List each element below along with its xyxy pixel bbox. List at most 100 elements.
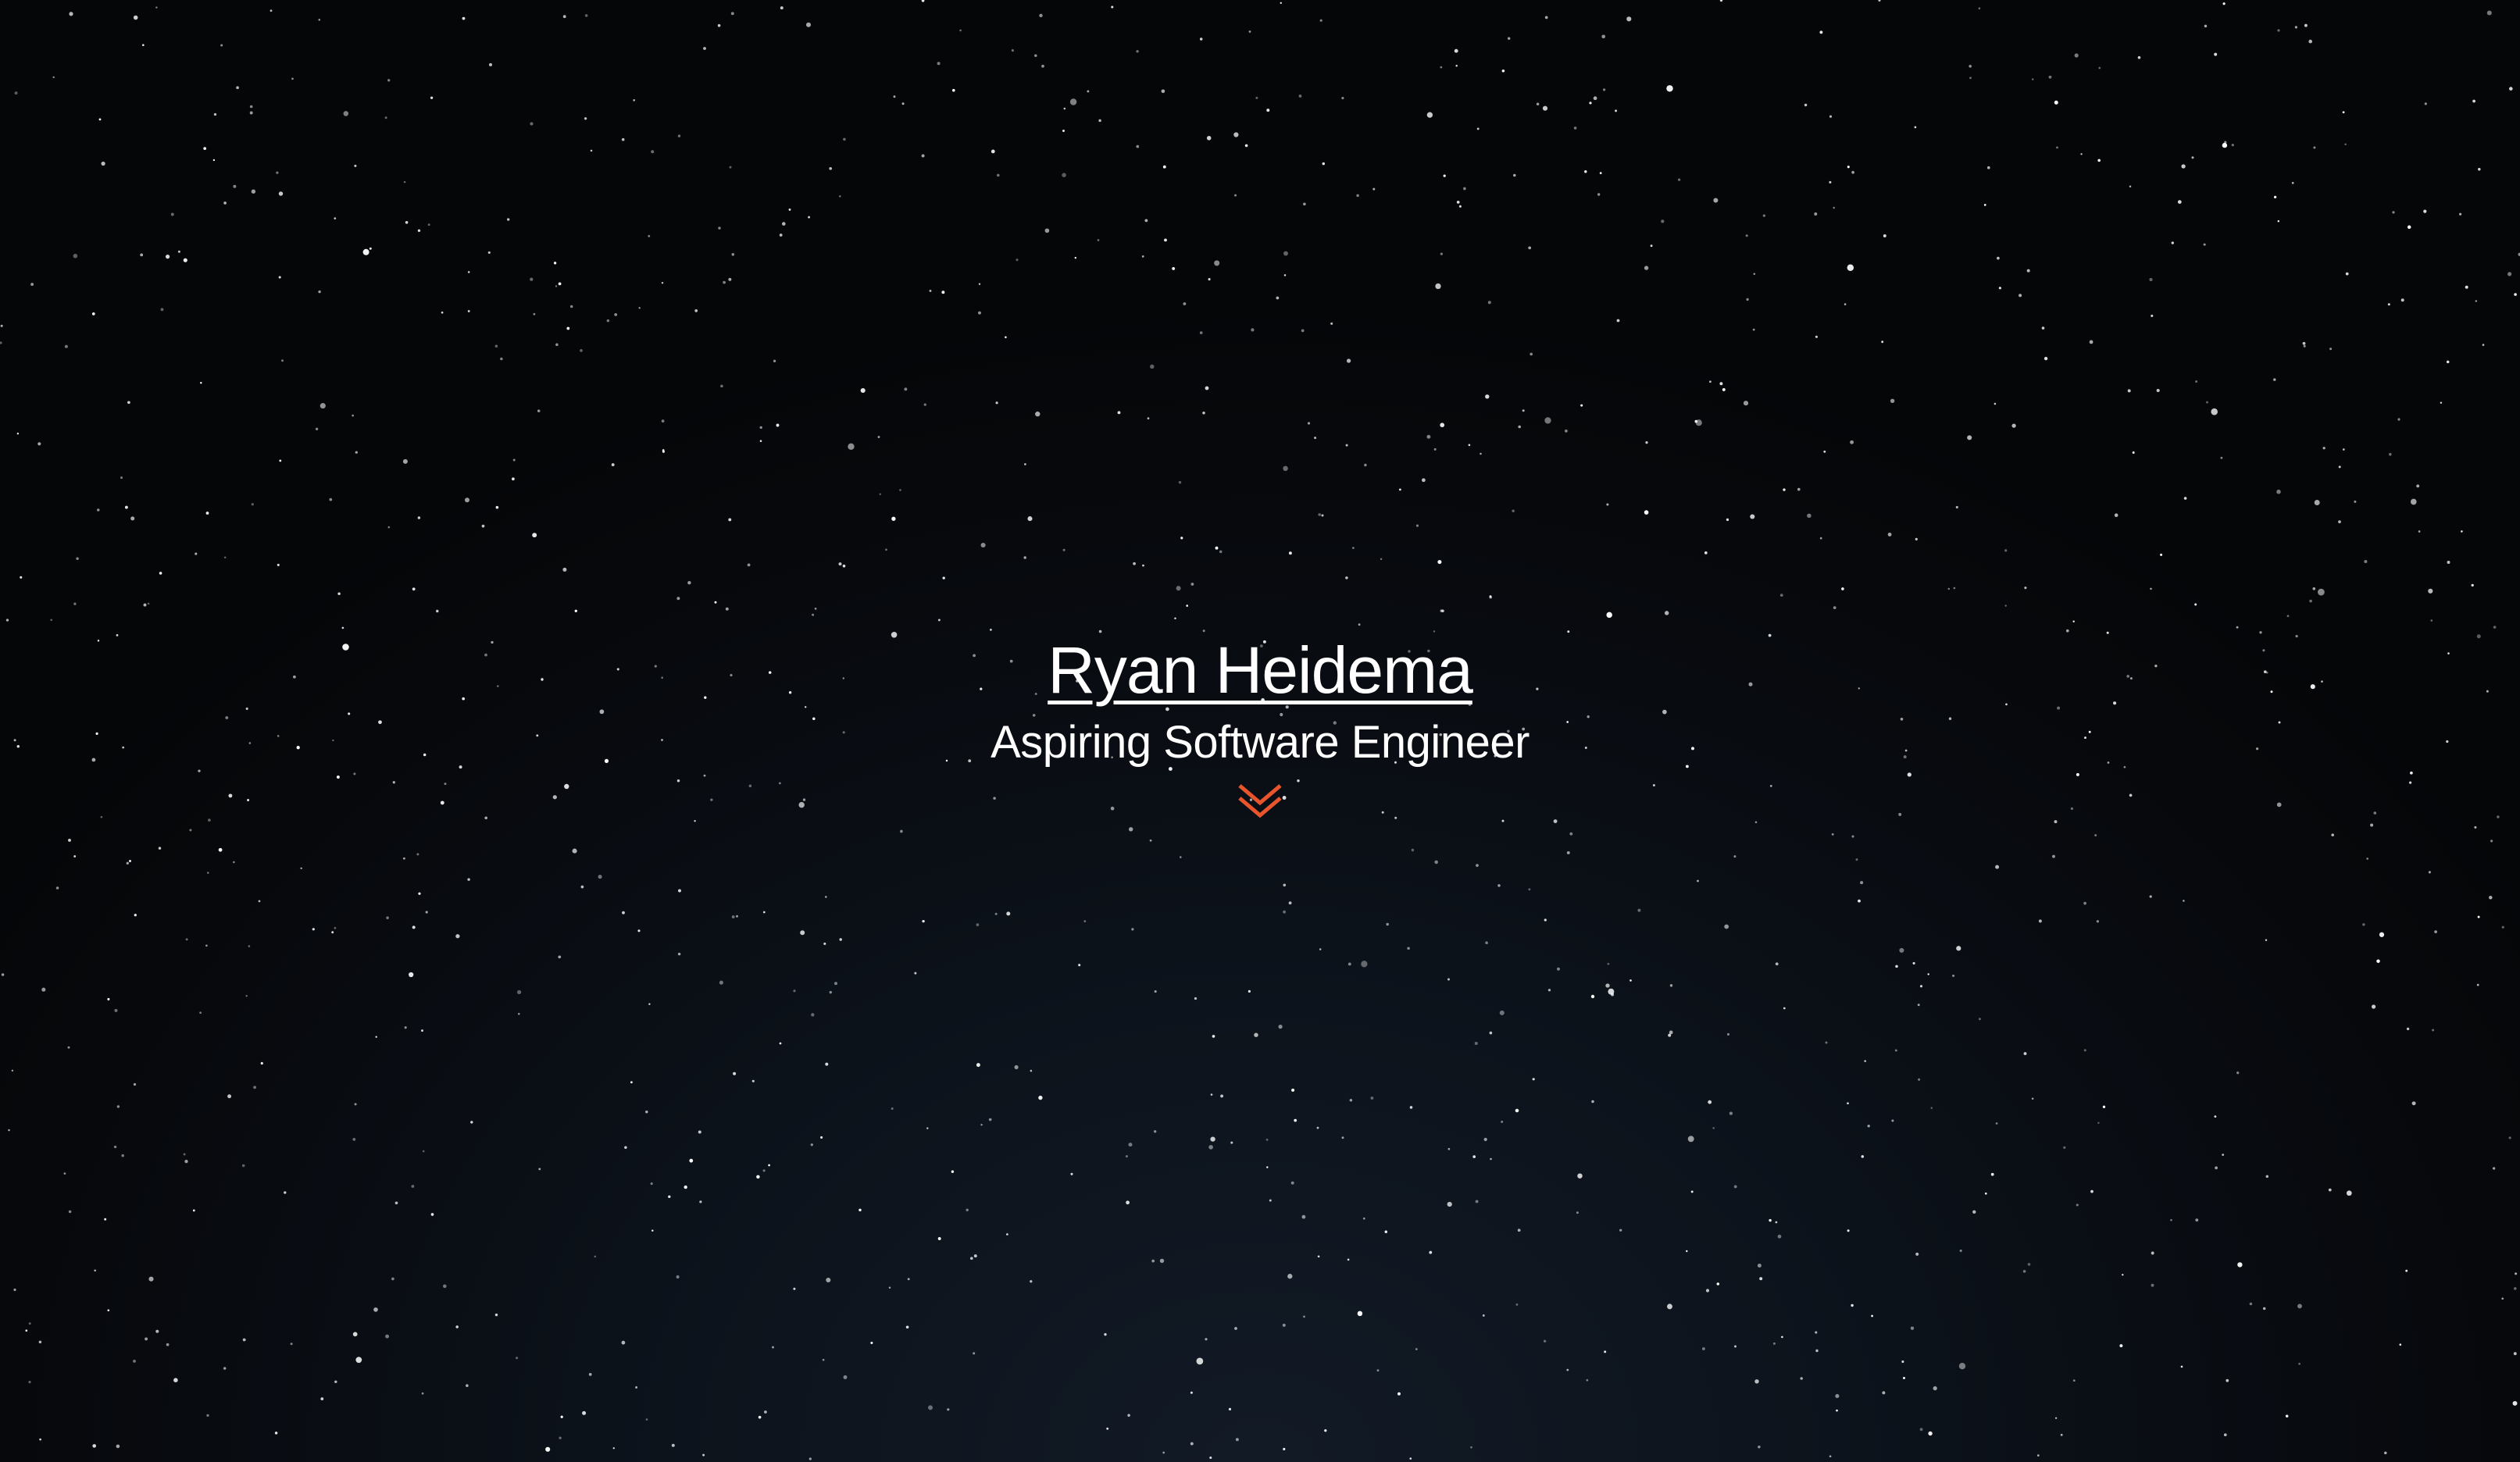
star — [489, 62, 492, 66]
star — [73, 602, 77, 605]
star — [507, 218, 510, 221]
star — [759, 426, 762, 430]
star — [1183, 302, 1187, 305]
star — [1577, 1173, 1583, 1179]
star — [2072, 1379, 2076, 1382]
star — [2489, 896, 2493, 900]
star — [1480, 452, 1482, 455]
star — [637, 929, 641, 932]
name-heading-link[interactable]: Ryan Heidema — [1048, 631, 1473, 709]
star — [1127, 1414, 1130, 1417]
star — [1384, 1230, 1388, 1234]
star — [94, 1269, 97, 1272]
star — [1083, 920, 1087, 922]
star — [823, 942, 826, 945]
star — [1769, 1218, 1772, 1222]
star — [2486, 10, 2492, 16]
star — [1476, 127, 1480, 130]
star — [611, 463, 615, 467]
star — [37, 442, 41, 446]
star — [2471, 583, 2474, 587]
star — [1030, 1280, 1033, 1283]
star — [220, 44, 223, 47]
star — [1750, 514, 1755, 519]
star — [278, 276, 281, 279]
star — [2428, 588, 2433, 594]
star — [2177, 200, 2182, 204]
star — [676, 1275, 680, 1279]
star — [914, 972, 917, 975]
double-chevron-down-icon[interactable] — [1235, 781, 1285, 822]
star — [1429, 1250, 1433, 1254]
star — [1104, 1333, 1107, 1336]
star — [319, 403, 326, 409]
star — [2303, 344, 2306, 348]
star — [1319, 19, 1322, 22]
star — [2434, 930, 2437, 933]
star — [805, 22, 812, 27]
star — [73, 253, 78, 259]
star — [891, 516, 896, 521]
star — [91, 312, 95, 316]
star — [1248, 30, 1251, 33]
star — [1890, 398, 1895, 403]
star — [2501, 925, 2504, 929]
star — [2043, 356, 2048, 361]
star — [1669, 984, 1673, 987]
star — [1933, 1385, 1937, 1391]
star — [2083, 901, 2086, 905]
star — [1797, 487, 1801, 491]
star — [1215, 546, 1219, 550]
star — [2194, 603, 2197, 606]
star — [1734, 1345, 1737, 1348]
star — [203, 147, 207, 151]
star — [2004, 604, 2007, 607]
star — [2222, 2, 2226, 5]
star — [133, 1359, 136, 1363]
star — [1441, 609, 1444, 613]
star — [1807, 513, 1811, 519]
star — [412, 925, 416, 929]
star — [2211, 408, 2218, 415]
star — [1006, 1233, 1008, 1236]
star — [942, 576, 945, 579]
star — [1686, 1250, 1688, 1253]
star — [1729, 1111, 1733, 1115]
star — [1668, 1033, 1672, 1037]
star — [1196, 1357, 1204, 1365]
star — [1930, 1107, 1933, 1110]
star — [559, 1436, 562, 1439]
star — [879, 493, 882, 496]
star — [720, 384, 723, 388]
star — [2031, 1097, 2034, 1100]
star — [650, 1182, 653, 1186]
star — [1287, 1274, 1293, 1279]
star — [2026, 269, 2030, 273]
star — [2477, 915, 2480, 918]
star — [1038, 1095, 1043, 1100]
star — [756, 1175, 760, 1179]
star — [729, 166, 732, 169]
star — [2072, 620, 2075, 622]
star — [64, 344, 68, 348]
star — [443, 1284, 447, 1289]
star — [2127, 389, 2131, 393]
star — [860, 387, 866, 394]
star — [430, 1213, 434, 1216]
star — [242, 1338, 246, 1342]
star — [717, 23, 721, 27]
star — [205, 512, 209, 515]
star — [107, 997, 110, 1000]
star — [1910, 1326, 1915, 1330]
star — [2512, 1400, 2518, 1406]
star — [1063, 107, 1066, 110]
star — [1426, 112, 1433, 118]
star — [762, 1169, 766, 1172]
star — [279, 459, 282, 462]
star — [1800, 1377, 1803, 1380]
star — [1098, 119, 1101, 123]
star — [466, 1384, 469, 1387]
star — [877, 436, 880, 438]
star — [1882, 1391, 1886, 1395]
star — [1490, 1157, 1492, 1161]
